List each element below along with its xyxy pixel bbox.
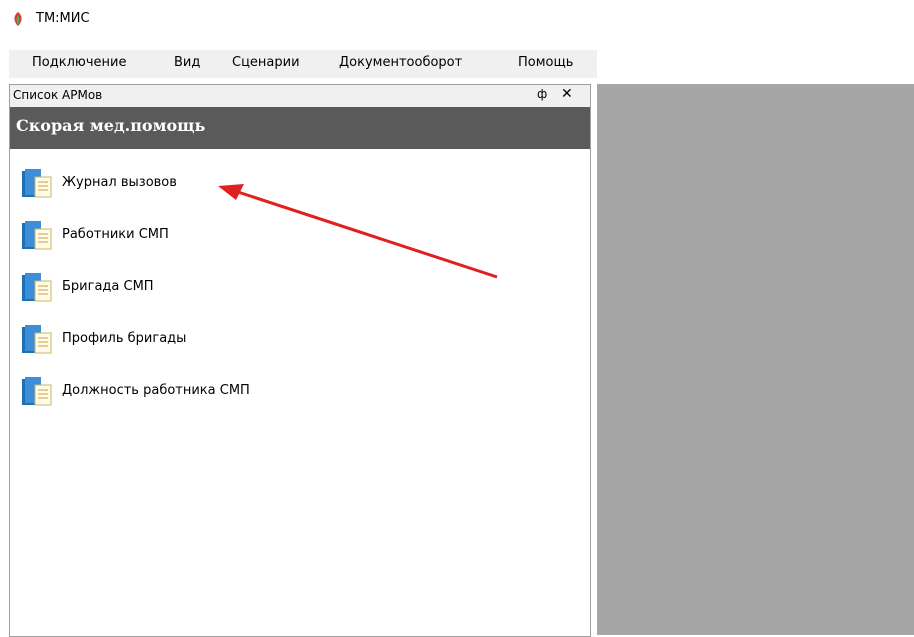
annotation-arrow [218, 184, 498, 279]
